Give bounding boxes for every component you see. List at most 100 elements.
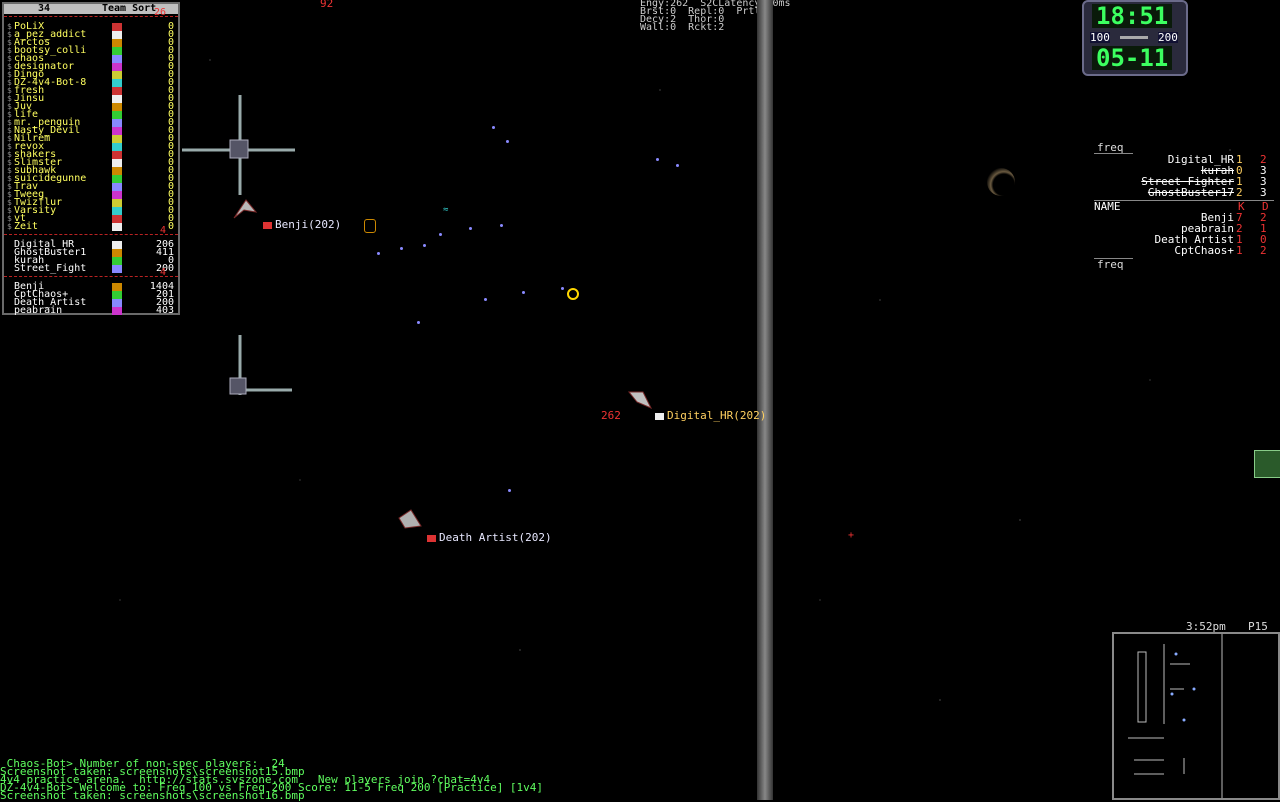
map-wall: [757, 0, 773, 800]
player-banner-icon: [112, 135, 122, 143]
group-list: Digital_HR 206 GhostBuster1 411 kurah 0 Street…: [4, 240, 178, 274]
player-banner-icon: [112, 241, 122, 249]
debris-dot: [522, 291, 525, 294]
map-structures: [182, 95, 295, 395]
chat-log: Chaos-Bot> Number of non-spec players: 2…: [0, 758, 543, 801]
player-banner-icon: [112, 223, 122, 231]
debris-dot: [377, 252, 380, 255]
player-score: 403: [155, 305, 174, 316]
ship-label: Benji(202): [263, 219, 341, 230]
player-banner-icon: [112, 207, 122, 215]
roster-player-row[interactable]: peabrain 403: [4, 305, 178, 316]
group-list: $ PoLiX 0 $ a_pez_addict 0 $ Arctos 0 $ bootsy_col…: [4, 22, 178, 232]
clock-date: 05-11: [1092, 46, 1173, 70]
station-corner: [229, 377, 247, 395]
roster-sort-label[interactable]: Team Sort: [102, 4, 156, 14]
debris-dot: [508, 489, 511, 492]
game-time: 3:52pm: [1186, 620, 1226, 633]
debris-dot: [676, 164, 679, 167]
station-hub: [229, 139, 249, 159]
freq-table: freq Digital_HR 1 2 kurah 0 3 Street Fighter 1 3…: [1094, 142, 1274, 270]
player-banner-icon: [112, 119, 122, 127]
player-banner-icon: [112, 79, 122, 87]
debris-dot: [423, 244, 426, 247]
group-list: Benji 1404 CptChaos+ 201 Death_Artist 200 peab…: [4, 282, 178, 316]
player-banner-icon: [112, 95, 122, 103]
player-banner-icon: [112, 71, 122, 79]
player-banner-icon: [112, 265, 122, 273]
freq-rows: Digital_HR 1 2 kurah 0 3 Street Fighter 1 3 Ghost…: [1094, 154, 1274, 198]
player-banner-icon: [112, 23, 122, 31]
minimap-layout: [1128, 634, 1223, 798]
roster-panel: 34 Team Sort 26 $ PoLiX 0 $ a_pez_addict 0 $ Ar…: [2, 2, 180, 316]
player-banner-icon: [112, 47, 122, 55]
player-name: CptChaos+: [1174, 244, 1234, 257]
player-banner-icon: [112, 199, 122, 207]
player-banner-icon: [112, 63, 122, 71]
ship-sprite: [233, 199, 258, 219]
player-score: 0: [167, 221, 174, 232]
debris-dot: [439, 233, 442, 236]
player-banner-icon: [112, 167, 122, 175]
player-banner-icon: [112, 151, 122, 159]
flag-icon: [427, 534, 436, 542]
ship-label: Digital_HR(202): [655, 410, 766, 421]
crosshair-icon: +: [848, 530, 855, 541]
debris-dot: [492, 126, 495, 129]
player-name: Zeit: [14, 221, 39, 232]
kills-value: 1: [1236, 244, 1243, 257]
freq-header[interactable]: freq: [1094, 142, 1133, 154]
player-banner-icon: [112, 39, 122, 47]
player-banner-icon: [112, 111, 122, 119]
energy-indicator: 92: [320, 0, 334, 10]
ship-label: Death Artist(202): [427, 532, 552, 543]
ship-sprite: [627, 391, 653, 409]
debris-dot: [506, 140, 509, 143]
debris-dot: [469, 227, 472, 230]
mine-icon: ≈: [443, 205, 449, 215]
player-banner-icon: [112, 143, 122, 151]
player-banner-icon: [112, 307, 122, 315]
freq-row: GhostBuster17 2 3: [1094, 187, 1274, 198]
deaths-value: 3: [1260, 186, 1267, 199]
minimap[interactable]: [1112, 632, 1280, 800]
kills-value: 2: [1236, 186, 1243, 199]
freq-footer[interactable]: freq: [1094, 258, 1133, 270]
player-banner-icon: [112, 159, 122, 167]
freq-row: Digital_HR 1 2: [1094, 154, 1274, 165]
debris-dot: [561, 287, 564, 290]
powerup-icon: [567, 288, 579, 300]
player-banner-icon: [112, 31, 122, 39]
name-row: CptChaos+ 1 2: [1094, 245, 1274, 256]
roster-player-row[interactable]: $ Varsity 0: [4, 206, 178, 216]
ship-indicator: $: [7, 222, 12, 231]
debris-dot: [417, 321, 420, 324]
name-rows: Benji 7 2 peabrain 2 1 Death Artist 1 0 CptChaos+…: [1094, 212, 1274, 256]
freq-left: 100: [1090, 31, 1110, 44]
badge-icon: [364, 219, 376, 233]
roster-player-row[interactable]: $ Zeit 0: [4, 221, 178, 232]
player-banner-icon: [112, 103, 122, 111]
clock-time: 18:51: [1092, 4, 1173, 28]
debris-dot: [400, 247, 403, 250]
player-banner-icon: [112, 283, 122, 291]
player-banner-icon: [112, 55, 122, 63]
ship-energy: 262: [601, 409, 621, 422]
player-banner-icon: [112, 291, 122, 299]
radar-edge-icon: [1254, 450, 1280, 478]
name-table-header: NAME K D: [1094, 200, 1274, 212]
ship-sprite: [398, 509, 422, 529]
clock-widget: 18:51 100 200 05-11: [1082, 0, 1188, 76]
player-banner-icon: [112, 249, 122, 257]
flag-icon: [263, 221, 272, 229]
roster-player-row[interactable]: Street_Fight 200: [4, 264, 178, 274]
player-banner-icon: [112, 215, 122, 223]
freq-right: 200: [1158, 31, 1178, 44]
debris-dot: [484, 298, 487, 301]
player-banner-icon: [112, 299, 122, 307]
planet-icon: [987, 168, 1015, 196]
roster-count: 34: [38, 3, 51, 14]
roster-header[interactable]: 34 Team Sort: [4, 4, 178, 14]
deaths-value: 2: [1260, 244, 1267, 257]
player-banner-icon: [112, 183, 122, 191]
